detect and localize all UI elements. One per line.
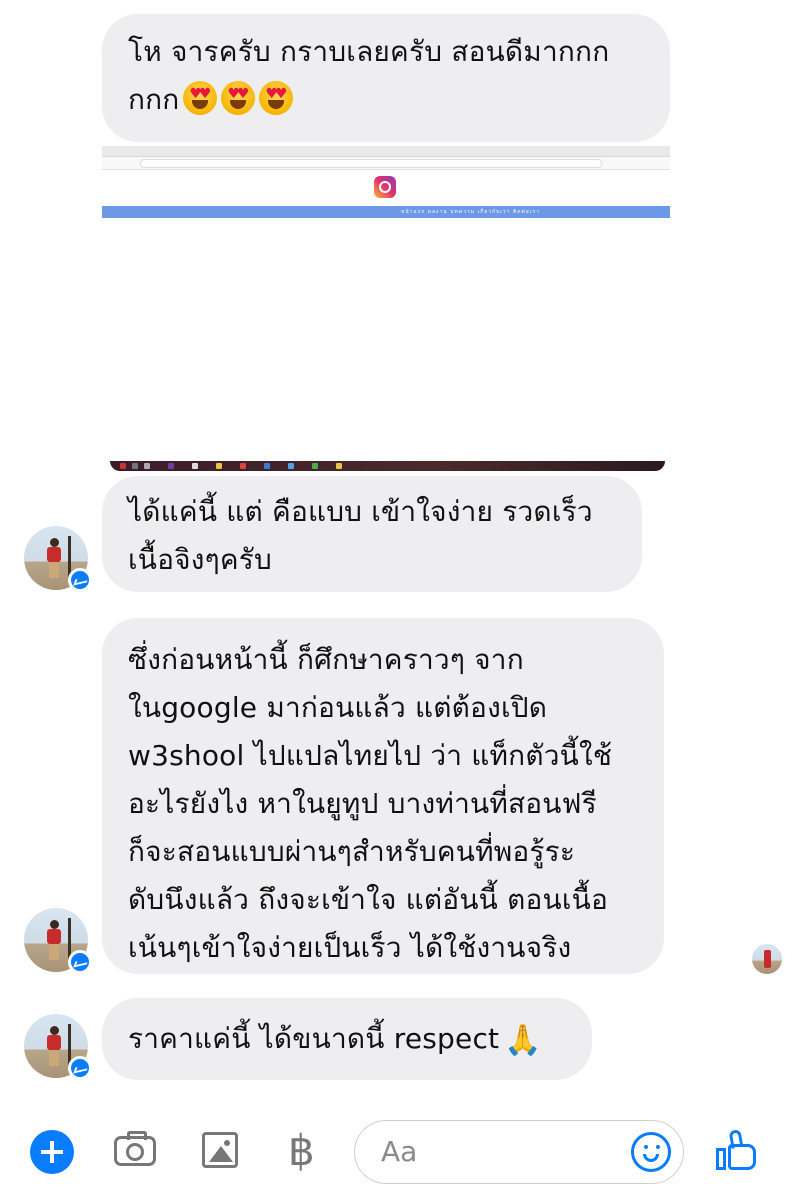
windows-taskbar (110, 461, 665, 471)
folded-hands-emoji-icon: 🙏 (504, 1023, 542, 1058)
message-input-placeholder: Aa (381, 1135, 418, 1168)
instagram-icon (374, 176, 396, 198)
messenger-badge-icon (68, 950, 92, 974)
message-bubble-2[interactable]: ได้แค่นี้ แต่ คือแบบ เข้าใจง่าย รวดเร็ว … (102, 476, 642, 592)
message-bubble-4[interactable]: ราคาแค่นี้ ได้ขนาดนี้ respect 🙏 (102, 998, 592, 1080)
baht-icon[interactable]: ฿ (288, 1126, 315, 1176)
avatar[interactable] (24, 526, 92, 592)
message-text-4: ราคาแค่นี้ ได้ขนาดนี้ respect (128, 1022, 500, 1055)
emoji-icon[interactable] (631, 1132, 671, 1172)
plus-icon[interactable] (30, 1130, 74, 1174)
message-text-3: ซึ่งก่อนหน้านี้ ก็ศึกษาคราวๆ จาก ในgoogl… (128, 643, 613, 964)
avatar[interactable] (24, 1014, 92, 1080)
avatar[interactable] (24, 908, 92, 974)
browser-url-bar (102, 157, 670, 170)
thumbs-up-icon[interactable] (716, 1129, 760, 1172)
message-bubble-3[interactable]: ซึ่งก่อนหน้านี้ ก็ศึกษาคราวๆ จาก ในgoogl… (102, 618, 664, 974)
read-receipt-avatar (752, 944, 782, 974)
messenger-badge-icon (68, 1056, 92, 1080)
message-text-2: ได้แค่นี้ แต่ คือแบบ เข้าใจง่าย รวดเร็ว … (128, 495, 593, 576)
browser-tab-bar (102, 146, 670, 157)
website-nav-text: หน้าแรก ผลงาน บทความ เกี่ยวกับเรา ติดต่อ… (400, 209, 540, 215)
heart-eyes-emoji-icon (179, 81, 294, 115)
message-composer: ฿ Aa (0, 1100, 791, 1200)
messenger-badge-icon (68, 568, 92, 592)
camera-icon[interactable] (114, 1131, 156, 1166)
message-bubble-1[interactable]: โห จารครับ กราบเลยครับ สอนดีมากกก กกก (102, 14, 670, 142)
message-input[interactable]: Aa (354, 1120, 684, 1184)
gallery-icon[interactable] (202, 1132, 238, 1168)
website-nav-bar: หน้าแรก ผลงาน บทความ เกี่ยวกับเรา ติดต่อ… (102, 206, 670, 218)
shared-screenshot-image[interactable]: หน้าแรก ผลงาน บทความ เกี่ยวกับเรา ติดต่อ… (102, 146, 670, 471)
